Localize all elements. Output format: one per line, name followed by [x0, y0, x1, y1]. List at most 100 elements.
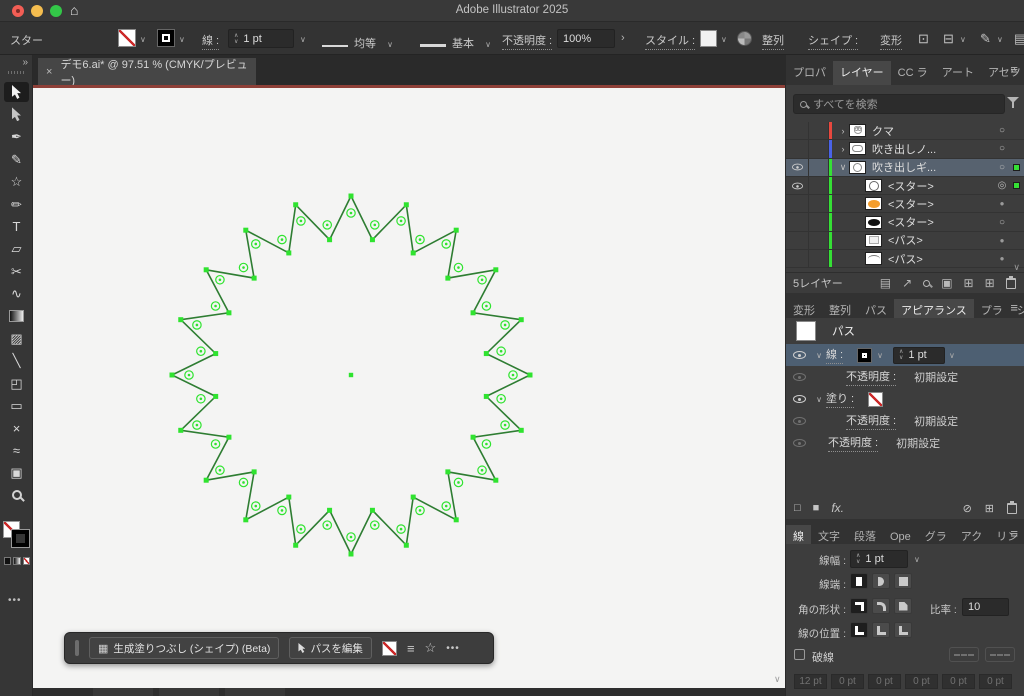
- free-transform-tool[interactable]: ▱: [4, 239, 29, 259]
- join-miter-button[interactable]: [850, 598, 868, 614]
- visibility-toggle[interactable]: [786, 351, 812, 359]
- anchor-point[interactable]: [251, 469, 257, 475]
- anchor-point[interactable]: [527, 372, 533, 378]
- layer-name[interactable]: 吹き出しノ...: [872, 141, 994, 157]
- edit-toolbar-icon[interactable]: •••: [8, 595, 22, 606]
- anchor-point[interactable]: [453, 517, 459, 523]
- artboard-tool[interactable]: ▭: [4, 396, 29, 416]
- layer-row[interactable]: <スター> ◎: [786, 176, 1024, 196]
- star-tool[interactable]: ☆: [4, 172, 29, 192]
- anchor-point[interactable]: [483, 393, 489, 399]
- lock-toggle[interactable]: [809, 140, 829, 158]
- visibility-toggle[interactable]: [786, 122, 809, 140]
- stroke-options-icon[interactable]: ≡: [407, 641, 415, 656]
- target-indicator-icon[interactable]: ○: [994, 143, 1010, 154]
- lock-toggle[interactable]: [809, 213, 829, 231]
- anchor-point[interactable]: [403, 202, 409, 208]
- appearance-row-opacity[interactable]: 不透明度 : 初期設定: [786, 366, 1024, 388]
- curvature-tool[interactable]: ✎: [4, 149, 29, 169]
- opacity-label[interactable]: 不透明度 :: [502, 32, 553, 50]
- cap-butt-button[interactable]: [850, 573, 868, 589]
- opacity-label[interactable]: 不透明度 :: [828, 434, 879, 452]
- layer-row[interactable]: <スター> ●: [786, 195, 1024, 214]
- miter-limit-value[interactable]: 10: [968, 601, 980, 613]
- opacity-value[interactable]: 初期設定: [914, 369, 958, 385]
- anchor-point[interactable]: [483, 351, 489, 357]
- expand-tools-icon[interactable]: »: [22, 57, 28, 68]
- lasso-tool[interactable]: ∿: [4, 284, 29, 304]
- layer-name[interactable]: <パス>: [888, 251, 994, 267]
- expand-chevron-icon[interactable]: ∨: [812, 351, 826, 360]
- anchor-point[interactable]: [369, 237, 375, 243]
- anchor-point[interactable]: [327, 507, 333, 513]
- stroke-panel-menu-icon[interactable]: ≡: [1010, 526, 1018, 541]
- opacity-value[interactable]: 初期設定: [896, 435, 940, 451]
- fill-none-swatch[interactable]: [381, 640, 397, 656]
- quick-edit-chevron-icon[interactable]: ∨: [997, 35, 1003, 44]
- duplicate-item-icon[interactable]: ⊞: [985, 502, 994, 515]
- dock-top-tab-3[interactable]: アート: [935, 61, 981, 85]
- anchor-point[interactable]: [243, 517, 249, 523]
- lock-toggle[interactable]: [809, 158, 829, 176]
- fill-chevron-icon[interactable]: ∨: [140, 35, 146, 44]
- lock-toggle[interactable]: [809, 195, 829, 213]
- style-label[interactable]: スタイル :: [645, 32, 696, 50]
- paintbrush-tool[interactable]: ✏: [4, 194, 29, 214]
- layer-row[interactable]: <パス> ●: [786, 250, 1024, 269]
- generative-fill-button[interactable]: ▦ 生成塗りつぶし (シェイプ) (Beta): [89, 637, 280, 659]
- opacity-label[interactable]: 不透明度 :: [846, 412, 897, 430]
- anchor-point[interactable]: [518, 317, 524, 323]
- delete-item-icon[interactable]: [1007, 500, 1017, 514]
- task-bar-drag-handle[interactable]: [75, 640, 79, 656]
- appearance-panel-menu-icon[interactable]: ≡: [1010, 300, 1018, 315]
- clipping-mask-icon[interactable]: ▣: [941, 276, 952, 290]
- add-stroke-icon[interactable]: □: [794, 502, 801, 514]
- select-similar-icon[interactable]: ⊟: [943, 31, 954, 47]
- lock-toggle[interactable]: [809, 250, 829, 268]
- stroke-width-stepper-icon[interactable]: ∧ ∨: [856, 553, 860, 565]
- anchor-point[interactable]: [453, 227, 459, 233]
- document-setup-icon[interactable]: ▤: [1014, 31, 1024, 47]
- opacity-more-icon[interactable]: ›: [621, 32, 625, 44]
- canvas[interactable]: [33, 88, 785, 688]
- symbol-sprayer-tool[interactable]: ▨: [4, 328, 29, 348]
- layer-name[interactable]: <スター>: [888, 214, 994, 230]
- width-profile-dropdown[interactable]: 均等 ∨: [322, 35, 393, 51]
- expand-chevron-icon[interactable]: ∨: [837, 162, 849, 173]
- stroke-label[interactable]: 線 :: [826, 346, 844, 364]
- opacity-value[interactable]: 初期設定: [914, 413, 958, 429]
- dash-field-2[interactable]: 0 pt: [868, 674, 901, 689]
- anchor-point[interactable]: [493, 267, 499, 273]
- expand-chevron-icon[interactable]: ›: [837, 126, 849, 136]
- color-mode-button[interactable]: [4, 557, 12, 565]
- anchor-point[interactable]: [293, 542, 299, 548]
- locate-object-icon[interactable]: [923, 279, 931, 287]
- star-options-icon[interactable]: ☆: [425, 640, 437, 656]
- target-indicator-icon[interactable]: ●: [994, 199, 1010, 208]
- anchor-point[interactable]: [445, 275, 451, 281]
- layer-row[interactable]: › 吹き出しノ... ○: [786, 140, 1024, 159]
- anchor-point[interactable]: [445, 469, 451, 475]
- target-indicator-icon[interactable]: ●: [994, 236, 1010, 245]
- layer-name[interactable]: 吹き出しギ...: [872, 159, 994, 175]
- brush-value[interactable]: 基本: [452, 38, 474, 50]
- brush-dropdown[interactable]: 基本 ∨: [420, 35, 491, 51]
- tools-grip-handle[interactable]: [8, 71, 25, 74]
- opacity-label[interactable]: 不透明度 :: [846, 368, 897, 386]
- expand-chevron-icon[interactable]: ∨: [812, 395, 826, 404]
- stroke-proxy-swatch[interactable]: [11, 529, 30, 548]
- cap-projecting-button[interactable]: [894, 573, 912, 589]
- select-similar-chevron-icon[interactable]: ∨: [960, 35, 966, 44]
- target-indicator-icon[interactable]: ○: [994, 125, 1010, 136]
- pen-tool[interactable]: ✒: [4, 127, 29, 147]
- visibility-toggle[interactable]: [786, 176, 809, 195]
- center-point[interactable]: [348, 372, 354, 378]
- document-tab[interactable]: × デモ6.ai* @ 97.51 % (CMYK/プレビュー): [38, 58, 256, 87]
- layer-row[interactable]: › クマ ○: [786, 122, 1024, 141]
- edit-path-button[interactable]: パスを編集: [289, 637, 372, 659]
- anchor-point[interactable]: [169, 372, 175, 378]
- transform-label[interactable]: 変形: [880, 32, 902, 50]
- visibility-toggle[interactable]: [786, 439, 812, 447]
- stroke-width-chevron-icon[interactable]: ∨: [914, 555, 920, 564]
- collect-for-export-icon[interactable]: ▤: [880, 276, 891, 290]
